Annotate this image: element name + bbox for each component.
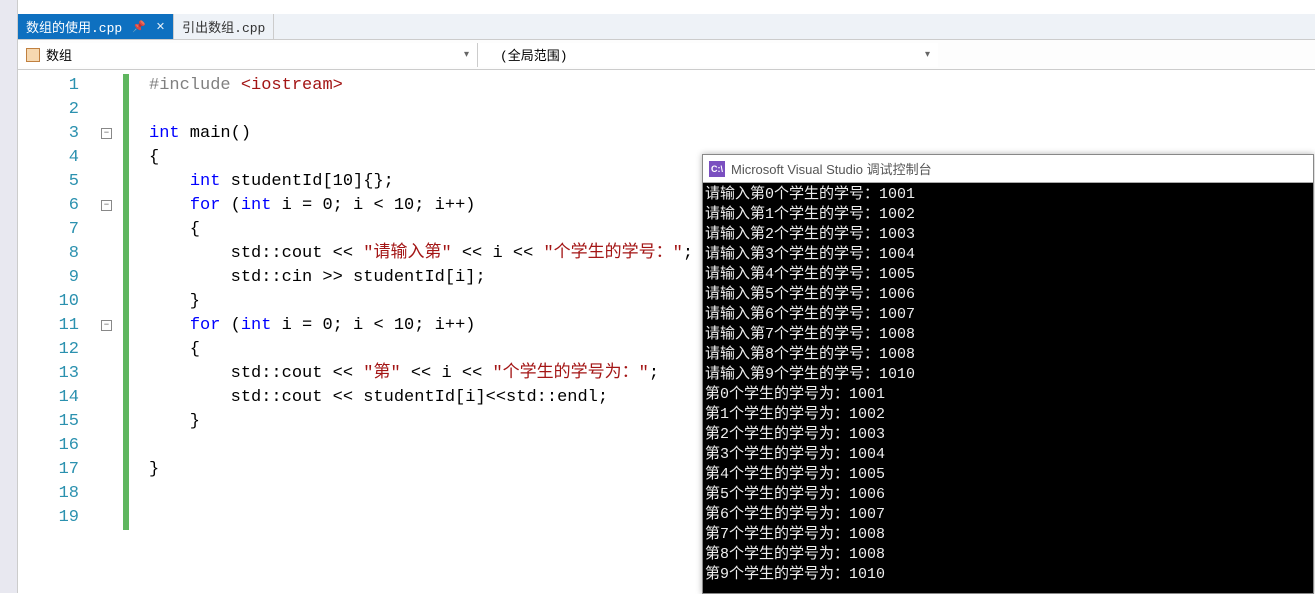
console-line: 第9个学生的学号为：1010 [705, 565, 1311, 585]
tab-label: 引出数组.cpp [182, 17, 265, 36]
console-line: 请输入第1个学生的学号：1002 [705, 205, 1311, 225]
fold-toggle[interactable]: − [101, 128, 112, 139]
console-line: 第1个学生的学号为：1002 [705, 405, 1311, 425]
line-number: 13 [18, 362, 95, 386]
tab-label: 数组的使用.cpp [26, 17, 122, 36]
line-number: 14 [18, 386, 95, 410]
console-line: 请输入第3个学生的学号：1004 [705, 245, 1311, 265]
fold-toggle[interactable]: − [101, 200, 112, 211]
console-line: 请输入第4个学生的学号：1005 [705, 265, 1311, 285]
line-number-gutter: 12345678910111213141516171819 [18, 70, 95, 593]
line-number: 8 [18, 242, 95, 266]
console-line: 第2个学生的学号为：1003 [705, 425, 1311, 445]
close-icon[interactable]: ✕ [156, 20, 165, 34]
line-number: 16 [18, 434, 95, 458]
tab-bar: 数组的使用.cpp 📌 ✕ 引出数组.cpp [18, 14, 1315, 40]
tab-1[interactable]: 引出数组.cpp [174, 14, 274, 39]
console-title-text: Microsoft Visual Studio 调试控制台 [731, 159, 932, 178]
line-number: 11 [18, 314, 95, 338]
console-line: 请输入第6个学生的学号：1007 [705, 305, 1311, 325]
console-line: 第3个学生的学号为：1004 [705, 445, 1311, 465]
class-dropdown[interactable]: 数组 ▾ [18, 43, 478, 67]
console-line: 第4个学生的学号为：1005 [705, 465, 1311, 485]
line-number: 18 [18, 482, 95, 506]
console-line: 请输入第5个学生的学号：1006 [705, 285, 1311, 305]
scope-dropdown-label: (全局范围) [500, 45, 568, 64]
console-line: 第7个学生的学号为：1008 [705, 525, 1311, 545]
line-number: 19 [18, 506, 95, 530]
fold-toggle[interactable]: − [101, 320, 112, 331]
change-indicator [123, 74, 129, 530]
line-number: 3 [18, 122, 95, 146]
code-line[interactable] [131, 98, 1315, 122]
console-line: 请输入第9个学生的学号：1010 [705, 365, 1311, 385]
line-number: 17 [18, 458, 95, 482]
line-number: 10 [18, 290, 95, 314]
line-number: 2 [18, 98, 95, 122]
class-dropdown-label: 数组 [46, 45, 72, 64]
console-line: 请输入第0个学生的学号：1001 [705, 185, 1311, 205]
line-number: 1 [18, 74, 95, 98]
console-window[interactable]: C:\ Microsoft Visual Studio 调试控制台 请输入第0个… [702, 154, 1314, 594]
line-number: 15 [18, 410, 95, 434]
line-number: 9 [18, 266, 95, 290]
navigation-bar: 数组 ▾ (全局范围) ▾ [18, 40, 1315, 70]
line-number: 12 [18, 338, 95, 362]
console-line: 请输入第7个学生的学号：1008 [705, 325, 1311, 345]
pin-icon[interactable]: 📌 [132, 20, 146, 34]
struct-icon [26, 48, 40, 62]
console-line: 第8个学生的学号为：1008 [705, 545, 1311, 565]
line-number: 6 [18, 194, 95, 218]
vs-console-icon: C:\ [709, 161, 725, 177]
line-number: 7 [18, 218, 95, 242]
console-line: 第6个学生的学号为：1007 [705, 505, 1311, 525]
fold-column: − − − [95, 70, 123, 593]
tab-0[interactable]: 数组的使用.cpp 📌 ✕ [18, 14, 174, 39]
chevron-down-icon: ▾ [925, 49, 930, 61]
console-line: 第0个学生的学号为：1001 [705, 385, 1311, 405]
side-toolbar[interactable] [0, 0, 18, 593]
console-output: 请输入第0个学生的学号：1001请输入第1个学生的学号：1002请输入第2个学生… [703, 183, 1313, 587]
line-number: 5 [18, 170, 95, 194]
console-line: 请输入第8个学生的学号：1008 [705, 345, 1311, 365]
console-titlebar[interactable]: C:\ Microsoft Visual Studio 调试控制台 [703, 155, 1313, 183]
console-line: 第5个学生的学号为：1006 [705, 485, 1311, 505]
code-line[interactable]: #include <iostream> [131, 74, 1315, 98]
line-number: 4 [18, 146, 95, 170]
console-line: 请输入第2个学生的学号：1003 [705, 225, 1311, 245]
code-line[interactable]: int main() [131, 122, 1315, 146]
chevron-down-icon: ▾ [464, 49, 469, 61]
scope-dropdown[interactable]: (全局范围) ▾ [478, 43, 938, 67]
